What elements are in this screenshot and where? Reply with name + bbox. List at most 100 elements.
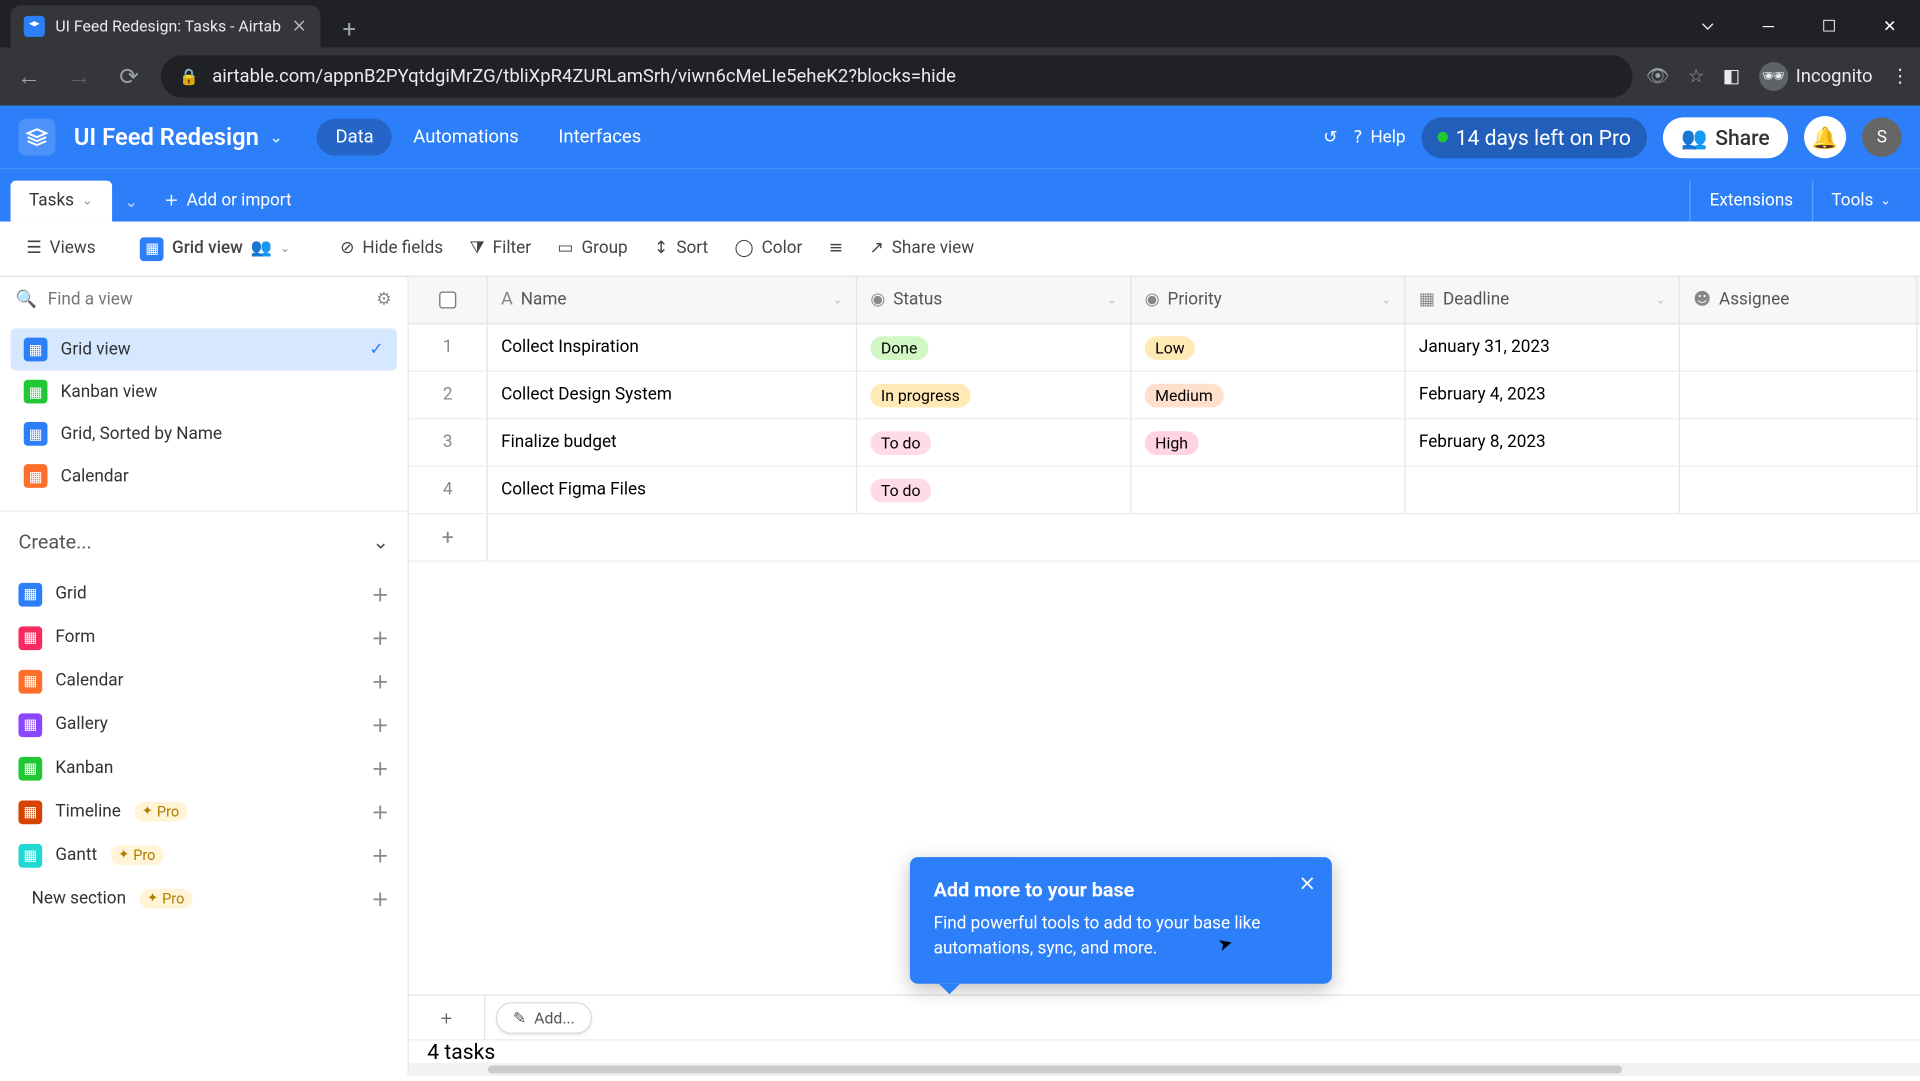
help-button[interactable]: ?Help: [1353, 127, 1405, 147]
table-row[interactable]: 1 Collect Inspiration Done Low January 3…: [409, 324, 1920, 371]
sidebar-view-item[interactable]: ▦ Grid, Sorted by Name: [11, 413, 397, 455]
incognito-badge[interactable]: 🕶 Incognito: [1759, 62, 1873, 91]
plus-icon[interactable]: +: [371, 756, 389, 781]
view-switcher[interactable]: ▦Grid view👥⌄: [130, 230, 301, 267]
add-row-inline[interactable]: +: [409, 514, 488, 560]
sort-button[interactable]: ↕Sort: [644, 232, 719, 265]
share-button[interactable]: 👥Share: [1663, 117, 1789, 158]
cell-priority[interactable]: High: [1131, 419, 1405, 465]
row-height-button[interactable]: ≡: [818, 232, 853, 265]
table-tab-tasks[interactable]: Tasks⌄: [11, 181, 112, 222]
panel-icon[interactable]: ◧: [1723, 66, 1740, 87]
sidebar-view-item[interactable]: ▦ Grid view ✓: [11, 328, 397, 370]
plus-icon[interactable]: +: [371, 886, 389, 911]
plus-icon[interactable]: +: [371, 669, 389, 694]
row-number[interactable]: 3: [409, 419, 488, 465]
window-close[interactable]: ✕: [1859, 5, 1920, 47]
add-menu-button[interactable]: ✎Add...: [496, 1002, 592, 1034]
create-view-option[interactable]: ▦ Timeline Pro +: [0, 790, 407, 834]
cell-priority[interactable]: Medium: [1131, 372, 1405, 418]
share-view-button[interactable]: ↗Share view: [859, 232, 985, 265]
address-bar[interactable]: 🔒 airtable.com/appnB2PYqtdgiMrZG/tbliXpR…: [161, 55, 1633, 97]
tab-interfaces[interactable]: Interfaces: [540, 119, 660, 156]
chevron-down-icon[interactable]: ⌄: [269, 128, 282, 146]
chevron-down-icon[interactable]: ⌄: [833, 293, 843, 306]
column-header-assignee[interactable]: ☻Assignee: [1680, 277, 1917, 323]
find-view-input[interactable]: [48, 290, 366, 310]
trial-pill[interactable]: 14 days left on Pro: [1421, 117, 1646, 158]
cell-status[interactable]: To do: [857, 467, 1131, 513]
table-row[interactable]: 4 Collect Figma Files To do: [409, 467, 1920, 514]
cell-name[interactable]: Collect Inspiration: [488, 324, 857, 370]
settings-icon[interactable]: ⚙: [376, 290, 391, 310]
add-or-import-button[interactable]: +Add or import: [151, 181, 305, 222]
column-header-name[interactable]: AName⌄: [488, 277, 857, 323]
eye-off-icon[interactable]: 👁: [1646, 66, 1669, 87]
column-header-priority[interactable]: ◉Priority⌄: [1131, 277, 1405, 323]
notifications-button[interactable]: 🔔: [1804, 116, 1846, 158]
chevron-down-icon[interactable]: ⌄: [1656, 293, 1666, 306]
window-maximize[interactable]: ☐: [1799, 5, 1860, 47]
cell-assignee[interactable]: [1680, 372, 1917, 418]
group-button[interactable]: ▭Group: [547, 232, 638, 265]
sidebar-view-item[interactable]: ▦ Calendar: [11, 455, 397, 497]
new-section-button[interactable]: New section Pro +: [0, 877, 407, 921]
kebab-menu-icon[interactable]: ⋮: [1891, 66, 1909, 87]
base-name[interactable]: UI Feed Redesign: [74, 123, 259, 151]
views-toggle[interactable]: ☰Views: [16, 232, 106, 265]
chevron-down-icon[interactable]: ⌄: [1107, 293, 1117, 306]
cell-deadline[interactable]: January 31, 2023: [1406, 324, 1680, 370]
row-number[interactable]: 1: [409, 324, 488, 370]
hide-fields-button[interactable]: ⊘Hide fields: [330, 232, 454, 265]
close-tab-icon[interactable]: ×: [292, 16, 307, 37]
chevron-down-icon[interactable]: ⌄: [1381, 293, 1391, 306]
window-minimize[interactable]: ─: [1738, 5, 1799, 47]
sidebar-view-item[interactable]: ▦ Kanban view: [11, 371, 397, 413]
filter-button[interactable]: ⧩Filter: [459, 232, 542, 265]
plus-icon[interactable]: +: [371, 712, 389, 737]
cell-assignee[interactable]: [1680, 419, 1917, 465]
cell-priority[interactable]: Low: [1131, 324, 1405, 370]
tab-automations[interactable]: Automations: [395, 119, 537, 156]
tools-button[interactable]: Tools⌄: [1812, 181, 1910, 222]
column-header-deadline[interactable]: ▦Deadline⌄: [1406, 277, 1680, 323]
cell-deadline[interactable]: February 4, 2023: [1406, 372, 1680, 418]
cell-name[interactable]: Collect Figma Files: [488, 467, 857, 513]
cell-assignee[interactable]: [1680, 467, 1917, 513]
cell-status[interactable]: Done: [857, 324, 1131, 370]
table-tab-menu[interactable]: ⌄: [111, 182, 151, 222]
table-row[interactable]: 3 Finalize budget To do High February 8,…: [409, 419, 1920, 466]
cell-assignee[interactable]: [1680, 324, 1917, 370]
column-header-status[interactable]: ◉Status⌄: [857, 277, 1131, 323]
row-number[interactable]: 4: [409, 467, 488, 513]
extensions-button[interactable]: Extensions: [1690, 181, 1812, 222]
tab-search-icon[interactable]: [1677, 5, 1738, 47]
create-section-toggle[interactable]: Create...⌄: [0, 510, 407, 572]
create-view-option[interactable]: ▦ Calendar +: [0, 659, 407, 703]
cell-status[interactable]: In progress: [857, 372, 1131, 418]
cell-name[interactable]: Collect Design System: [488, 372, 857, 418]
plus-icon[interactable]: +: [371, 582, 389, 607]
chevron-down-icon[interactable]: ⌄: [82, 194, 93, 209]
base-icon[interactable]: [18, 119, 55, 156]
new-tab-button[interactable]: +: [331, 11, 368, 48]
cell-deadline[interactable]: [1406, 467, 1680, 513]
cell-priority[interactable]: [1131, 467, 1405, 513]
tab-data[interactable]: Data: [317, 119, 392, 156]
row-number[interactable]: 2: [409, 372, 488, 418]
plus-icon[interactable]: +: [371, 799, 389, 824]
cell-status[interactable]: To do: [857, 419, 1131, 465]
close-popover-button[interactable]: ×: [1298, 871, 1316, 896]
horizontal-scrollbar[interactable]: [409, 1063, 1920, 1076]
back-button[interactable]: ←: [11, 58, 48, 95]
create-view-option[interactable]: ▦ Kanban +: [0, 746, 407, 790]
create-view-option[interactable]: ▦ Gantt Pro +: [0, 833, 407, 877]
forward-button[interactable]: →: [61, 58, 98, 95]
plus-icon[interactable]: +: [371, 625, 389, 650]
table-row[interactable]: 2 Collect Design System In progress Medi…: [409, 372, 1920, 419]
browser-tab[interactable]: UI Feed Redesign: Tasks - Airtab ×: [11, 5, 321, 47]
select-all-checkbox[interactable]: [409, 277, 488, 323]
reload-button[interactable]: ⟳: [111, 58, 148, 95]
color-button[interactable]: ◯Color: [724, 232, 813, 265]
cell-name[interactable]: Finalize budget: [488, 419, 857, 465]
